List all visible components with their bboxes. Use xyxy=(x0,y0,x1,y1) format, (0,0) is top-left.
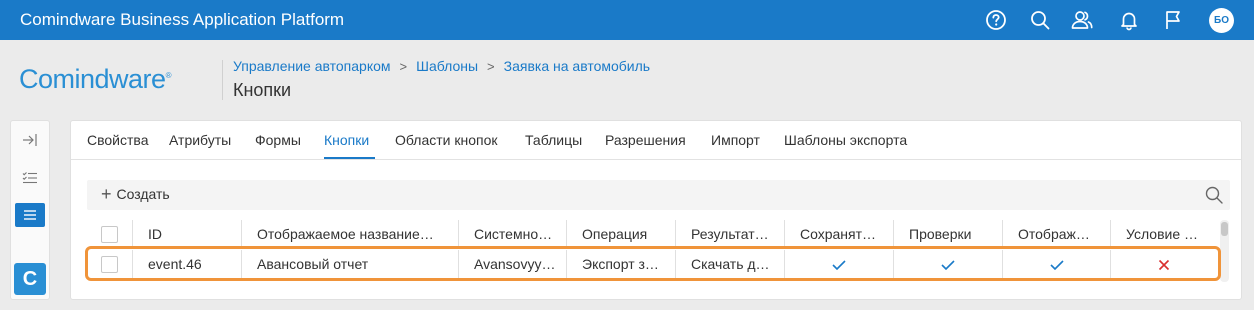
flag-icon[interactable] xyxy=(1161,8,1185,32)
left-toolbar: C xyxy=(10,120,50,300)
checkmark-icon xyxy=(832,259,846,270)
cell-operation[interactable]: Экспорт з… xyxy=(567,250,676,279)
column-header-display-name[interactable]: Отображаемое название… xyxy=(242,220,459,249)
column-header-display[interactable]: Отображ… xyxy=(1003,220,1111,249)
tab-permissions[interactable]: Разрешения xyxy=(605,132,686,148)
logo-text: Comindware xyxy=(19,64,166,94)
tab-forms[interactable]: Формы xyxy=(255,132,301,148)
cell-display[interactable]: ✓ xyxy=(1003,250,1111,279)
plus-icon: + xyxy=(101,184,112,204)
app-title: Comindware Business Application Platform xyxy=(20,10,345,29)
tab-export-templates[interactable]: Шаблоны экспорта xyxy=(784,132,907,148)
tab-button-areas[interactable]: Области кнопок xyxy=(395,132,498,148)
select-all-checkbox[interactable] xyxy=(101,226,118,243)
tab-buttons[interactable]: Кнопки xyxy=(324,132,369,148)
cell-save[interactable]: ✓ xyxy=(785,250,894,279)
breadcrumb-item-car-request[interactable]: Заявка на автомобиль xyxy=(504,58,650,74)
table-scrollbar[interactable] xyxy=(1220,220,1229,282)
main-panel: Свойства Атрибуты Формы Кнопки Области к… xyxy=(70,120,1242,300)
row-checkbox[interactable] xyxy=(101,256,118,273)
cross-icon xyxy=(1158,259,1170,270)
scrollbar-thumb[interactable] xyxy=(1221,222,1228,236)
bell-icon[interactable] xyxy=(1117,8,1141,32)
cell-condition[interactable]: ✕ xyxy=(1111,250,1217,279)
collapse-panel-icon[interactable] xyxy=(15,128,45,152)
breadcrumb-item-fleet[interactable]: Управление автопарком xyxy=(233,58,391,74)
cell-checks[interactable]: ✓ xyxy=(894,250,1003,279)
column-header-system-name[interactable]: Системно… xyxy=(459,220,567,249)
row-select-cell xyxy=(87,250,133,279)
logo-registered-mark: ® xyxy=(165,71,172,80)
column-header-checks[interactable]: Проверки xyxy=(894,220,1003,249)
checkmark-icon xyxy=(1049,259,1064,270)
help-icon[interactable] xyxy=(984,8,1008,32)
column-header-condition[interactable]: Условие … xyxy=(1111,220,1217,249)
table-row[interactable]: event.46 Авансовый отчет Avansovyy… Эксп… xyxy=(87,250,1217,279)
breadcrumb-item-templates[interactable]: Шаблоны xyxy=(416,58,478,74)
top-bar: Comindware Business Application Platform… xyxy=(0,0,1254,40)
comindware-logo[interactable]: Comindware® xyxy=(19,64,172,95)
select-all-cell xyxy=(87,220,133,249)
column-header-operation[interactable]: Операция xyxy=(567,220,676,249)
cell-display-name[interactable]: Авансовый отчет xyxy=(242,250,459,279)
table-header: ID Отображаемое название… Системно… Опер… xyxy=(87,220,1217,249)
checkmark-icon xyxy=(941,259,955,270)
cell-id[interactable]: event.46 xyxy=(133,250,242,279)
user-avatar[interactable]: БО xyxy=(1209,8,1234,33)
create-button-label: Создать xyxy=(116,186,170,202)
list-icon[interactable] xyxy=(15,203,45,227)
column-header-id[interactable]: ID xyxy=(133,220,242,249)
column-header-save[interactable]: Сохранят… xyxy=(785,220,894,249)
breadcrumb: Управление автопарком > Шаблоны > Заявка… xyxy=(233,58,650,74)
users-icon[interactable] xyxy=(1070,8,1094,32)
checklist-icon[interactable] xyxy=(15,166,45,190)
chevron-right-icon: > xyxy=(487,58,495,74)
cell-system-name[interactable]: Avansovyy… xyxy=(459,250,567,279)
table-toolbar: + Создать xyxy=(87,180,1230,210)
header-divider xyxy=(222,60,223,100)
cell-result[interactable]: Скачать д… xyxy=(676,250,785,279)
active-tab-indicator xyxy=(324,157,375,159)
search-icon[interactable] xyxy=(1204,185,1224,205)
tab-import[interactable]: Импорт xyxy=(711,132,760,148)
comindware-app-icon[interactable]: C xyxy=(14,263,46,295)
tab-tables[interactable]: Таблицы xyxy=(525,132,582,148)
tab-bar: Свойства Атрибуты Формы Кнопки Области к… xyxy=(71,121,1241,160)
page-title: Кнопки xyxy=(233,80,292,100)
column-header-result[interactable]: Результат… xyxy=(676,220,785,249)
chevron-right-icon: > xyxy=(399,58,408,74)
tab-properties[interactable]: Свойства xyxy=(87,132,148,148)
search-icon[interactable] xyxy=(1028,8,1052,32)
tab-attributes[interactable]: Атрибуты xyxy=(169,132,231,148)
create-button[interactable]: + Создать xyxy=(101,185,170,203)
